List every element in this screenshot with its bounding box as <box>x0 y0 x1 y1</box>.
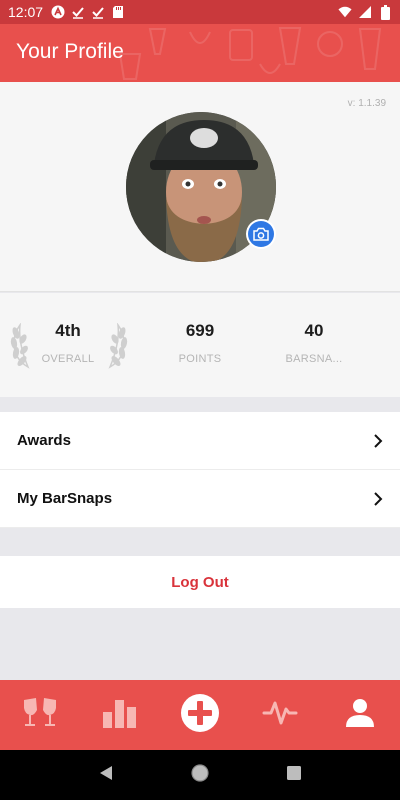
change-photo-button[interactable] <box>246 219 276 249</box>
chevron-right-icon <box>373 491 383 506</box>
profile-menu-list: Awards My BarSnaps <box>0 412 400 528</box>
barsnaps-label: BARSNA... <box>285 353 343 365</box>
bottom-nav <box>0 680 400 750</box>
my-barsnaps-menu-item[interactable]: My BarSnaps <box>0 470 400 528</box>
awards-label: Awards <box>17 432 71 449</box>
nav-activity[interactable] <box>250 685 310 745</box>
camera-icon <box>248 221 274 247</box>
chevron-right-icon <box>373 433 383 448</box>
battery-icon <box>378 4 392 20</box>
profile-card: v: 1.1.39 <box>0 82 400 292</box>
status-time: 12:07 <box>8 4 44 20</box>
sd-card-icon <box>111 5 125 19</box>
nav-profile[interactable] <box>330 685 390 745</box>
signal-icon <box>358 5 372 19</box>
awards-menu-item[interactable]: Awards <box>0 412 400 470</box>
stat-points: 699 POINTS <box>140 321 260 365</box>
back-icon[interactable] <box>98 765 114 786</box>
points-value: 699 <box>185 321 215 340</box>
check-icon <box>91 5 105 19</box>
check-icon <box>71 5 85 19</box>
stats-section: 4th OVERALL 699 POINTS 40 BARSNA... <box>0 293 400 397</box>
app-bar: Your Profile <box>0 24 400 82</box>
status-bar: 12:07 <box>0 0 400 24</box>
nav-add[interactable] <box>170 685 230 745</box>
system-nav-bar <box>0 750 400 800</box>
recents-icon[interactable] <box>286 765 302 786</box>
points-label: POINTS <box>178 353 222 365</box>
wifi-icon <box>338 5 352 19</box>
laurel-right-icon <box>104 322 128 374</box>
android-icon <box>51 5 65 19</box>
cheers-icon <box>20 696 60 735</box>
bar-chart-icon <box>102 698 138 733</box>
my-barsnaps-label: My BarSnaps <box>17 490 113 507</box>
home-icon[interactable] <box>190 763 210 788</box>
logout-label: Log Out <box>171 573 229 591</box>
app-version: v: 1.1.39 <box>347 98 386 109</box>
stat-barsnaps: 40 BARSNA... <box>254 321 374 365</box>
profile-icon <box>344 697 376 734</box>
barsnaps-value: 40 <box>304 321 324 340</box>
page-title: Your Profile <box>16 40 124 63</box>
activity-icon <box>262 699 298 732</box>
nav-leaderboard[interactable] <box>90 685 150 745</box>
add-icon <box>180 693 220 738</box>
avatar-container <box>126 112 276 262</box>
nav-cheers[interactable] <box>10 685 70 745</box>
logout-button[interactable]: Log Out <box>0 556 400 608</box>
